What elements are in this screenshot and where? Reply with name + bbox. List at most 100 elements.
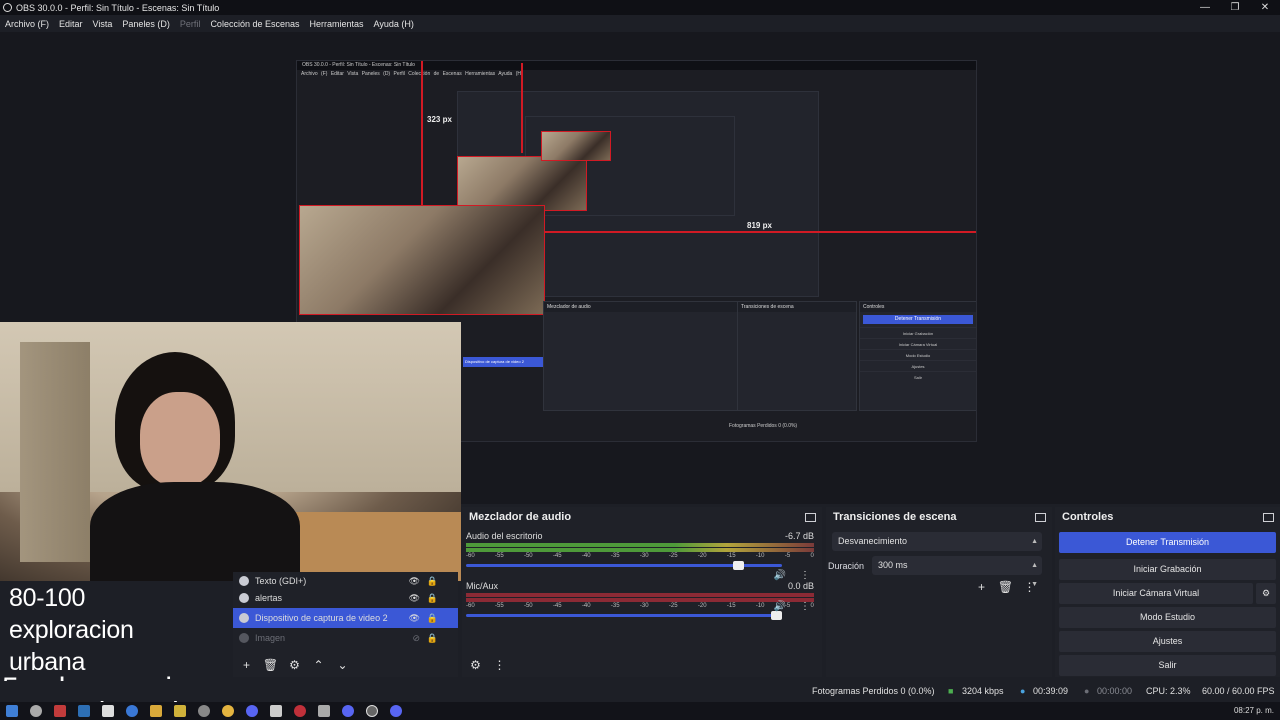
exit-button[interactable]: Salir xyxy=(1059,655,1276,676)
lock-icon[interactable]: 🔒 xyxy=(427,613,438,624)
nested-menu: Archivo (F) Editar Vista Paneles (D) Per… xyxy=(301,71,523,77)
speaker-icon[interactable]: 🔊 xyxy=(774,570,786,581)
bounding-line-vertical xyxy=(421,61,423,213)
mixer-menu-button[interactable]: ⋮ xyxy=(490,655,509,674)
menu-herramientas[interactable]: Herramientas xyxy=(305,19,369,29)
more-options-icon[interactable]: ⋮ xyxy=(800,570,810,581)
scale-tick: 0 xyxy=(810,553,814,559)
discord-icon[interactable] xyxy=(342,705,354,717)
remove-source-button[interactable]: 🗑 xyxy=(261,655,280,674)
add-transition-button[interactable]: + xyxy=(972,577,991,596)
restore-button[interactable]: ❐ xyxy=(1220,0,1250,15)
folder-icon[interactable] xyxy=(150,705,162,717)
scale-tick: -15 xyxy=(726,603,736,609)
taskbar-app-icon[interactable] xyxy=(318,705,330,717)
studio-mode-button[interactable]: Modo Estudio xyxy=(1059,607,1276,628)
lock-icon[interactable]: 🔒 xyxy=(427,576,438,587)
level-meter xyxy=(466,543,814,547)
minimize-button[interactable]: — xyxy=(1190,0,1220,15)
start-recording-button[interactable]: Iniciar Grabación xyxy=(1059,559,1276,580)
move-down-button[interactable]: ⌄ xyxy=(333,655,352,674)
duration-input[interactable]: 300 ms ▲ ▼ xyxy=(872,556,1042,588)
scale-tick: -30 xyxy=(639,553,649,559)
scale-tick: -45 xyxy=(552,553,562,559)
remove-transition-button[interactable]: 🗑 xyxy=(996,577,1015,596)
close-button[interactable]: ✕ xyxy=(1250,0,1280,15)
taskbar-app-icon[interactable] xyxy=(390,705,402,717)
duration-value: 300 ms xyxy=(878,560,908,570)
taskbar-app-icon[interactable] xyxy=(198,705,210,717)
scale-tick: -25 xyxy=(668,603,678,609)
menu-vista[interactable]: Vista xyxy=(88,19,118,29)
transition-value: Desvanecimiento xyxy=(838,536,908,546)
taskbar-app-icon[interactable] xyxy=(174,705,186,717)
scale-tick: -35 xyxy=(610,603,620,609)
steam-icon[interactable] xyxy=(78,705,90,717)
add-source-button[interactable]: + xyxy=(237,655,256,674)
source-label: Imagen xyxy=(255,633,286,643)
menu-perfil[interactable]: Perfil xyxy=(175,19,206,29)
channel-name: Mic/Aux xyxy=(466,581,499,591)
source-label: Dispositivo de captura de video 2 xyxy=(255,613,388,623)
mixer-settings-button[interactable]: ⚙ xyxy=(466,655,485,674)
undock-icon[interactable] xyxy=(1035,512,1046,522)
channel-db: 0.0 dB xyxy=(787,581,814,591)
speaker-icon[interactable]: 🔊 xyxy=(774,601,786,612)
nested-source-selected: Dispositivo de captura de video 2 xyxy=(463,357,543,367)
scale-tick: -35 xyxy=(610,553,620,559)
nested-cam-small xyxy=(457,156,587,211)
search-icon[interactable] xyxy=(30,705,42,717)
edge-icon[interactable] xyxy=(126,705,138,717)
text-source-icon xyxy=(239,576,249,586)
undock-icon[interactable] xyxy=(1263,512,1274,522)
scale-tick: -50 xyxy=(523,603,533,609)
stream-time: 00:39:09 xyxy=(1033,686,1069,696)
source-properties-button[interactable]: ⚙ xyxy=(285,655,304,674)
title-bar: OBS 30.0.0 - Perfil: Sin Título - Escena… xyxy=(0,0,1280,15)
sources-panel: Texto (GDI+) 👁 🔒 alertas 👁 🔒 Dispositivo… xyxy=(233,572,458,677)
volume-knob[interactable] xyxy=(733,561,745,570)
level-meter xyxy=(466,593,814,597)
eye-icon[interactable]: 👁 xyxy=(409,613,420,624)
source-item[interactable]: alertas 👁 🔒 xyxy=(233,588,458,608)
eye-icon[interactable]: 👁 xyxy=(409,576,420,587)
level-meter xyxy=(466,548,814,552)
discord-icon[interactable] xyxy=(246,705,258,717)
menu-editar[interactable]: Editar xyxy=(54,19,88,29)
more-options-icon[interactable]: ⋮ xyxy=(800,601,810,612)
controls-title: Controles xyxy=(1062,511,1114,523)
opera-icon[interactable] xyxy=(294,705,306,717)
lock-icon[interactable]: 🔒 xyxy=(427,633,438,644)
scale-tick: -55 xyxy=(494,603,504,609)
start-virtual-cam-button[interactable]: Iniciar Cámara Virtual xyxy=(1059,583,1253,604)
menu-paneles[interactable]: Paneles (D) xyxy=(117,19,175,29)
source-item[interactable]: Texto (GDI+) 👁 🔒 xyxy=(233,574,458,588)
volume-knob[interactable] xyxy=(771,611,782,620)
menu-coleccion-escenas[interactable]: Colección de Escenas xyxy=(205,19,304,29)
transition-menu-button[interactable]: ⋮ xyxy=(1020,577,1039,596)
volume-slider[interactable] xyxy=(466,561,782,570)
taskbar-app-icon[interactable] xyxy=(102,705,114,717)
virtual-cam-settings-icon[interactable]: ⚙ xyxy=(1256,583,1276,604)
settings-button[interactable]: Ajustes xyxy=(1059,631,1276,652)
menu-ayuda[interactable]: Ayuda (H) xyxy=(369,19,419,29)
volume-slider[interactable] xyxy=(466,611,782,620)
source-item[interactable]: Imagen ⊘ 🔒 xyxy=(233,628,458,648)
window-title: OBS 30.0.0 - Perfil: Sin Título - Escena… xyxy=(16,2,220,13)
nested-start-rec: Iniciar Grabación xyxy=(860,327,976,338)
taskbar-app-icon[interactable] xyxy=(54,705,66,717)
windows-start-icon[interactable] xyxy=(6,705,18,717)
stop-stream-button[interactable]: Detener Transmisión xyxy=(1059,532,1276,553)
move-up-button[interactable]: ⌃ xyxy=(309,655,328,674)
obs-taskbar-icon[interactable] xyxy=(366,705,378,717)
taskbar-app-icon[interactable] xyxy=(270,705,282,717)
eye-hidden-icon[interactable]: ⊘ xyxy=(412,633,420,644)
chrome-icon[interactable] xyxy=(222,705,234,717)
meter-scale: -60 -55 -50 -45 -40 -35 -30 -25 -20 -15 -10 -5 0 xyxy=(466,553,814,559)
transition-select[interactable]: Desvanecimiento ▲▼ xyxy=(832,532,1042,564)
eye-icon[interactable]: 👁 xyxy=(409,593,420,604)
source-item-selected[interactable]: Dispositivo de captura de video 2 👁 🔒 xyxy=(233,608,458,628)
undock-icon[interactable] xyxy=(805,512,816,522)
menu-archivo[interactable]: Archivo (F) xyxy=(0,19,54,29)
lock-icon[interactable]: 🔒 xyxy=(427,593,438,604)
